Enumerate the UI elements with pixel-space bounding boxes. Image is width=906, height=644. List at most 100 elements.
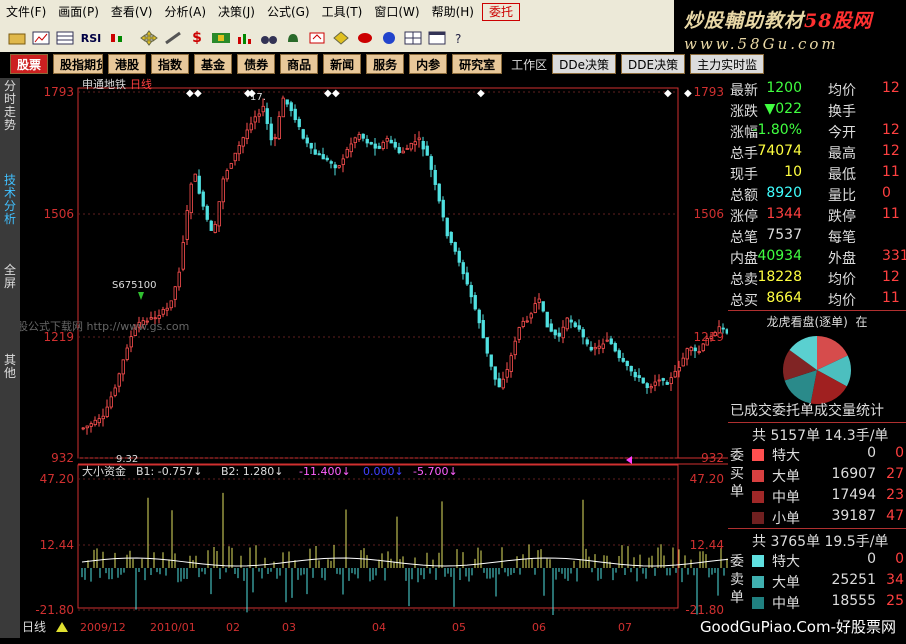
link-icon[interactable] [354, 28, 376, 48]
candle-body [661, 378, 665, 381]
menu-help[interactable]: 帮助(H) [426, 0, 480, 24]
x-axis-label: 05 [452, 621, 466, 634]
order-label: 特大 [772, 554, 800, 570]
vtab-technical[interactable]: 技术分析 [2, 174, 18, 234]
chart-svg[interactable]: 1793 17931506 15061219 1219932 93247.20 47.20… [20, 78, 728, 618]
quote-value-2: 12 [882, 122, 900, 138]
candle-body [313, 149, 317, 155]
menu-decision[interactable]: 决策(J) [212, 0, 261, 24]
kline-chart[interactable]: 1793 1793 1506 1506 1219 1219 932 932 47.20 47.20… [20, 78, 728, 638]
chart-icon[interactable] [30, 28, 52, 48]
rsi-icon[interactable]: RSI [78, 28, 104, 48]
candle-body [381, 141, 385, 149]
quote-value-2: 11 [882, 290, 900, 306]
money-icon[interactable]: $ [186, 28, 208, 48]
help-icon[interactable]: ? [450, 28, 472, 48]
menu-trade-order[interactable]: 委托 [481, 3, 520, 21]
event-marker-icon: ◆ [248, 88, 256, 99]
y-axis-label-right: 1506 [693, 207, 724, 221]
menu-window[interactable]: 窗口(W) [368, 0, 425, 24]
bell-icon[interactable] [282, 28, 304, 48]
menu-file[interactable]: 文件(F) [0, 0, 52, 24]
candle-body [649, 386, 653, 389]
order-volume: 25251 [831, 572, 876, 588]
order-row: 小单 39187 47 [750, 508, 906, 529]
flag-icon[interactable] [210, 28, 232, 48]
workarea-label[interactable]: 工作区 [511, 56, 547, 73]
candle-body [317, 153, 321, 156]
candle-body [349, 143, 353, 153]
indicator-name: 大小资金 [82, 464, 126, 478]
order-volume: 18555 [831, 593, 876, 609]
tab-dde-decision-2[interactable]: DDE决策 [621, 54, 686, 74]
globe-icon[interactable] [378, 28, 400, 48]
vtab-fullscreen[interactable]: 全屏 [2, 264, 18, 294]
bars-icon[interactable] [234, 28, 256, 48]
tab-main-force-monitor[interactable]: 主力实时监 [690, 54, 765, 74]
candle-body [657, 379, 661, 382]
quote-row: 现手 10 最低 11 [728, 164, 906, 185]
tab-stocks[interactable]: 股票 [10, 54, 49, 74]
candle-body [605, 339, 609, 342]
order-row: 特大 0 0 [750, 551, 906, 572]
footer-watermark: GoodGuPiao.Com-好股票网 [699, 618, 896, 636]
candle-body [681, 357, 685, 367]
tab-research[interactable]: 研究室 [452, 54, 503, 74]
buy-signal-arrow-icon [138, 292, 144, 300]
binoculars-icon[interactable] [258, 28, 280, 48]
quote-row: 涨跌 ▼022 换手 [728, 101, 906, 122]
candle-body [641, 377, 645, 384]
move-icon[interactable] [138, 28, 160, 48]
quote-row: 内盘 40934 外盘 331 [728, 248, 906, 269]
candle-body [533, 303, 537, 313]
dragon-extra[interactable]: 在 [856, 315, 868, 329]
candle-body [609, 338, 613, 345]
vtab-intraday[interactable]: 分时走势 [2, 80, 18, 140]
tab-commodities[interactable]: 商品 [280, 54, 319, 74]
order-color-swatch [752, 555, 764, 567]
menu-analysis[interactable]: 分析(A) [158, 0, 212, 24]
candle-body [633, 371, 637, 378]
kline-icon[interactable] [106, 28, 128, 48]
tab-bonds[interactable]: 债券 [237, 54, 276, 74]
vtab-other[interactable]: 其他 [2, 354, 18, 384]
tab-index[interactable]: 指数 [151, 54, 190, 74]
candle-body [597, 345, 601, 349]
stock-name: 申通地铁 [82, 78, 126, 91]
tab-news[interactable]: 新闻 [323, 54, 362, 74]
brand-watermark: 炒股輔助教材58股网 www.58Gu.com [674, 0, 906, 54]
tab-services[interactable]: 服务 [366, 54, 405, 74]
y-axis-label-right: 1219 [693, 330, 724, 344]
tab-insider[interactable]: 内参 [409, 54, 448, 74]
draw-icon[interactable] [162, 28, 184, 48]
candle-body [229, 163, 233, 169]
candle-body [353, 137, 357, 144]
tab-hk-stocks[interactable]: 港股 [108, 54, 147, 74]
news-icon[interactable] [306, 28, 328, 48]
quote-value: 8920 [766, 185, 802, 201]
grid-icon[interactable] [402, 28, 424, 48]
window-icon[interactable] [426, 28, 448, 48]
table-icon[interactable] [54, 28, 76, 48]
sub-y-axis-label-right: 12.44 [690, 538, 724, 552]
tab-funds[interactable]: 基金 [194, 54, 233, 74]
open-folder-icon[interactable] [6, 28, 28, 48]
bottom-period-label[interactable]: 日线 [22, 620, 46, 634]
tab-index-futures[interactable]: 股指期货 [53, 54, 104, 74]
period-toggle-icon[interactable] [56, 622, 68, 632]
candle-body [217, 201, 221, 227]
tab-dde-decision[interactable]: DDe决策 [552, 54, 617, 74]
menu-formula[interactable]: 公式(G) [261, 0, 316, 24]
candle-body [629, 365, 633, 372]
indicator-value: -11.400↓ [299, 465, 351, 478]
menu-view-page[interactable]: 画面(P) [52, 0, 105, 24]
quote-label-2: 跌停 [828, 209, 856, 225]
sell-orders-vert-label: 委卖单 [730, 554, 744, 606]
candle-body [517, 327, 521, 340]
menu-tools[interactable]: 工具(T) [316, 0, 369, 24]
candle-body [93, 419, 97, 426]
diamond-icon[interactable] [330, 28, 352, 48]
candle-body [669, 377, 673, 385]
menu-view[interactable]: 查看(V) [105, 0, 159, 24]
candle-body [269, 123, 273, 141]
